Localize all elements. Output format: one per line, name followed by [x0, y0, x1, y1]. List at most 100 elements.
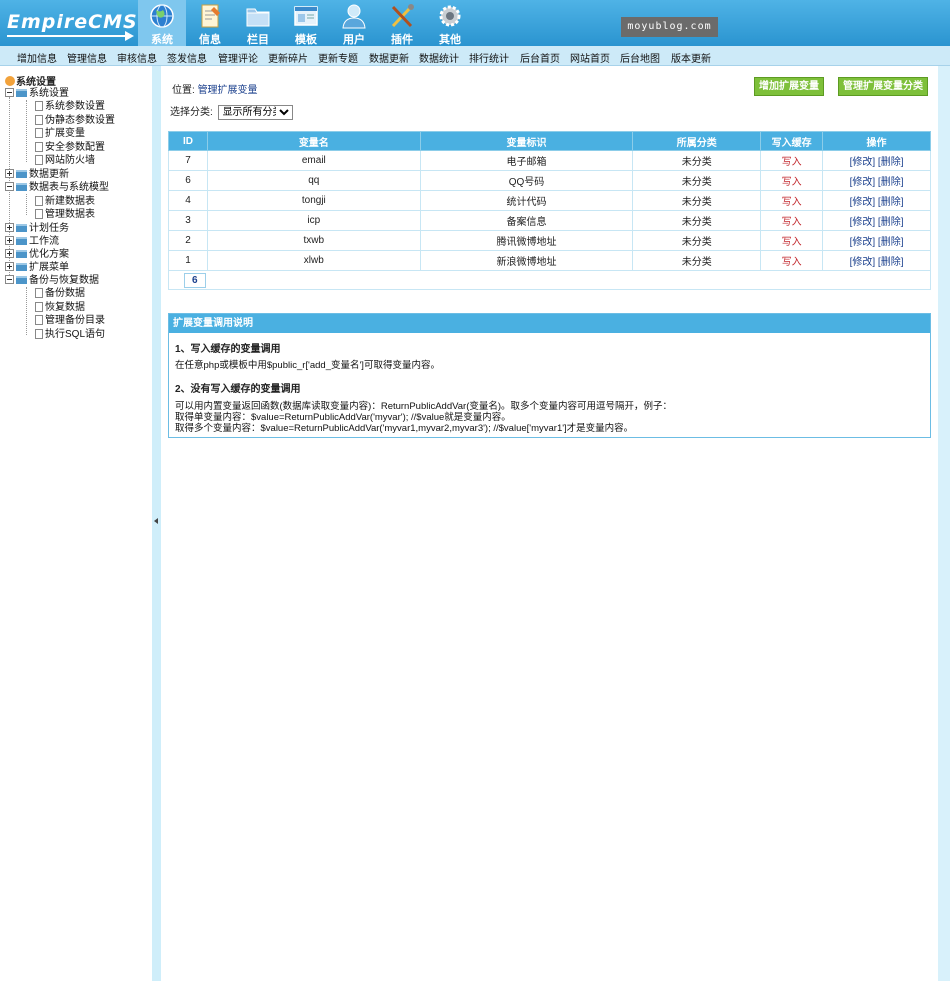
cell-id: 1: [168, 250, 208, 271]
folder-open-icon: [16, 183, 27, 191]
submenu-add-info[interactable]: 增加信息: [17, 50, 57, 65]
col-header-ops: 操作: [822, 131, 931, 151]
nav-plugin[interactable]: 插件: [378, 0, 426, 46]
tree-node-system-params[interactable]: 系统参数设置: [35, 101, 105, 113]
write-cache-link[interactable]: 写入: [760, 150, 824, 171]
nav-info[interactable]: 信息: [186, 0, 234, 46]
nav-system[interactable]: 系统: [138, 0, 186, 46]
tree-node-exec-sql[interactable]: 执行SQL语句: [35, 329, 105, 341]
nav-other[interactable]: 其他: [426, 0, 474, 46]
edit-delete-links[interactable]: [修改] [删除]: [822, 230, 931, 251]
nav-column[interactable]: 栏目: [234, 0, 282, 46]
write-cache-link[interactable]: 写入: [760, 230, 824, 251]
tree-node-data-update[interactable]: 数据更新: [5, 169, 69, 181]
submenu-ranking-stats[interactable]: 排行统计: [469, 50, 509, 65]
table-row: 1 xlwb 新浪微博地址 未分类 写入 [修改] [删除]: [168, 250, 931, 271]
submenu-site-home[interactable]: 网站首页: [570, 50, 610, 65]
tree-node-backup-data[interactable]: 备份数据: [35, 288, 85, 300]
info-heading-1: 1、写入缓存的变量调用: [175, 344, 281, 355]
page-icon: [35, 115, 43, 125]
edit-delete-links[interactable]: [修改] [删除]: [822, 150, 931, 171]
tree-node-backup-restore[interactable]: 备份与恢复数据: [5, 275, 99, 287]
expand-toggle-icon[interactable]: [5, 262, 14, 271]
col-header-category: 所属分类: [632, 131, 762, 151]
logo-underline: [7, 35, 127, 37]
cell-var-label: 新浪微博地址: [419, 250, 634, 271]
collapse-toggle-icon[interactable]: [5, 182, 14, 191]
write-cache-link[interactable]: 写入: [760, 210, 824, 231]
folder-icon: [16, 237, 27, 245]
folder-icon: [16, 250, 27, 258]
nav-template[interactable]: 模板: [282, 0, 330, 46]
expand-toggle-icon[interactable]: [5, 236, 14, 245]
empirecms-logo[interactable]: EmpireCMS: [5, 6, 137, 41]
cell-category: 未分类: [632, 170, 762, 191]
write-cache-link[interactable]: 写入: [760, 250, 824, 271]
cell-category: 未分类: [632, 250, 762, 271]
page-icon: [35, 196, 43, 206]
collapse-toggle-icon[interactable]: [5, 275, 14, 284]
add-ext-var-button[interactable]: 增加扩展变量: [754, 77, 824, 96]
tree-node-system-settings[interactable]: 系统设置: [5, 88, 69, 100]
expand-toggle-icon[interactable]: [5, 249, 14, 258]
col-header-id: ID: [168, 131, 208, 151]
submenu-manage-comments[interactable]: 管理评论: [218, 50, 258, 65]
tree-node-optimization[interactable]: 优化方案: [5, 249, 69, 261]
submenu-version-update[interactable]: 版本更新: [671, 50, 711, 65]
folder-icon: [16, 224, 27, 232]
tree-node-ext-menu[interactable]: 扩展菜单: [5, 262, 69, 274]
submenu-manage-info[interactable]: 管理信息: [67, 50, 107, 65]
breadcrumb-prefix: 位置:: [172, 85, 195, 96]
collapse-toggle-icon[interactable]: [5, 88, 14, 97]
submenu-update-fragments[interactable]: 更新碎片: [268, 50, 308, 65]
submenu-admin-home[interactable]: 后台首页: [520, 50, 560, 65]
write-cache-link[interactable]: 写入: [760, 170, 824, 191]
edit-delete-links[interactable]: [修改] [删除]: [822, 170, 931, 191]
tree-node-pseudo-static[interactable]: 伪静态参数设置: [35, 115, 115, 127]
nav-user[interactable]: 用户: [330, 0, 378, 46]
category-select[interactable]: 显示所有分类: [217, 104, 293, 120]
submenu-admin-map[interactable]: 后台地图: [620, 50, 660, 65]
tree-node-restore-data[interactable]: 恢复数据: [35, 302, 85, 314]
table-header-row: ID 变量名 变量标识 所属分类 写入缓存 操作: [168, 131, 931, 151]
tree-node-ext-vars[interactable]: 扩展变量: [35, 128, 85, 140]
submenu-update-topics[interactable]: 更新专题: [318, 50, 358, 65]
expand-toggle-icon[interactable]: [5, 223, 14, 232]
logo-arrow: [125, 31, 134, 41]
tree-node-scheduled-tasks[interactable]: 计划任务: [5, 223, 69, 235]
submenu-sign-info[interactable]: 签发信息: [167, 50, 207, 65]
tree-root[interactable]: 系统设置: [5, 73, 56, 88]
tree-node-firewall[interactable]: 网站防火墙: [35, 155, 95, 167]
nav-label-other: 其他: [439, 34, 461, 46]
page-icon: [35, 128, 43, 138]
cell-id: 6: [168, 170, 208, 191]
page-icon: [35, 209, 43, 219]
tree-node-security-params[interactable]: 安全参数配置: [35, 142, 105, 154]
cell-category: 未分类: [632, 210, 762, 231]
submenu-data-stats[interactable]: 数据统计: [419, 50, 459, 65]
write-cache-link[interactable]: 写入: [760, 190, 824, 211]
tree-node-backup-dir[interactable]: 管理备份目录: [35, 315, 105, 327]
tree-node-workflow[interactable]: 工作流: [5, 236, 59, 248]
tree-node-tables-models[interactable]: 数据表与系统模型: [5, 182, 109, 194]
manage-var-category-button[interactable]: 管理扩展变量分类: [838, 77, 928, 96]
cell-var-name: email: [206, 150, 421, 171]
nav-label-template: 模板: [295, 34, 317, 46]
submenu-data-update[interactable]: 数据更新: [369, 50, 409, 65]
tree-node-manage-tables[interactable]: 管理数据表: [35, 209, 95, 221]
table-row: 4 tongji 统计代码 未分类 写入 [修改] [删除]: [168, 190, 931, 211]
submenu-bar: 增加信息 管理信息 审核信息 签发信息 管理评论 更新碎片 更新专题 数据更新 …: [0, 46, 950, 66]
collapse-sidebar-icon[interactable]: [154, 518, 158, 524]
col-header-cache: 写入缓存: [760, 131, 824, 151]
cell-var-label: 腾讯微博地址: [419, 230, 634, 251]
breadcrumb-link[interactable]: 管理扩展变量: [198, 85, 258, 96]
edit-delete-links[interactable]: [修改] [删除]: [822, 250, 931, 271]
submenu-review-info[interactable]: 审核信息: [117, 50, 157, 65]
usage-info-panel: 扩展变量调用说明 1、写入缓存的变量调用 在任意php或模板中用$public_…: [168, 313, 931, 438]
edit-delete-links[interactable]: [修改] [删除]: [822, 190, 931, 211]
nav-label-system: 系统: [151, 34, 173, 46]
tree-node-new-table[interactable]: 新建数据表: [35, 196, 95, 208]
expand-toggle-icon[interactable]: [5, 169, 14, 178]
page-number[interactable]: 6: [184, 272, 206, 288]
edit-delete-links[interactable]: [修改] [删除]: [822, 210, 931, 231]
